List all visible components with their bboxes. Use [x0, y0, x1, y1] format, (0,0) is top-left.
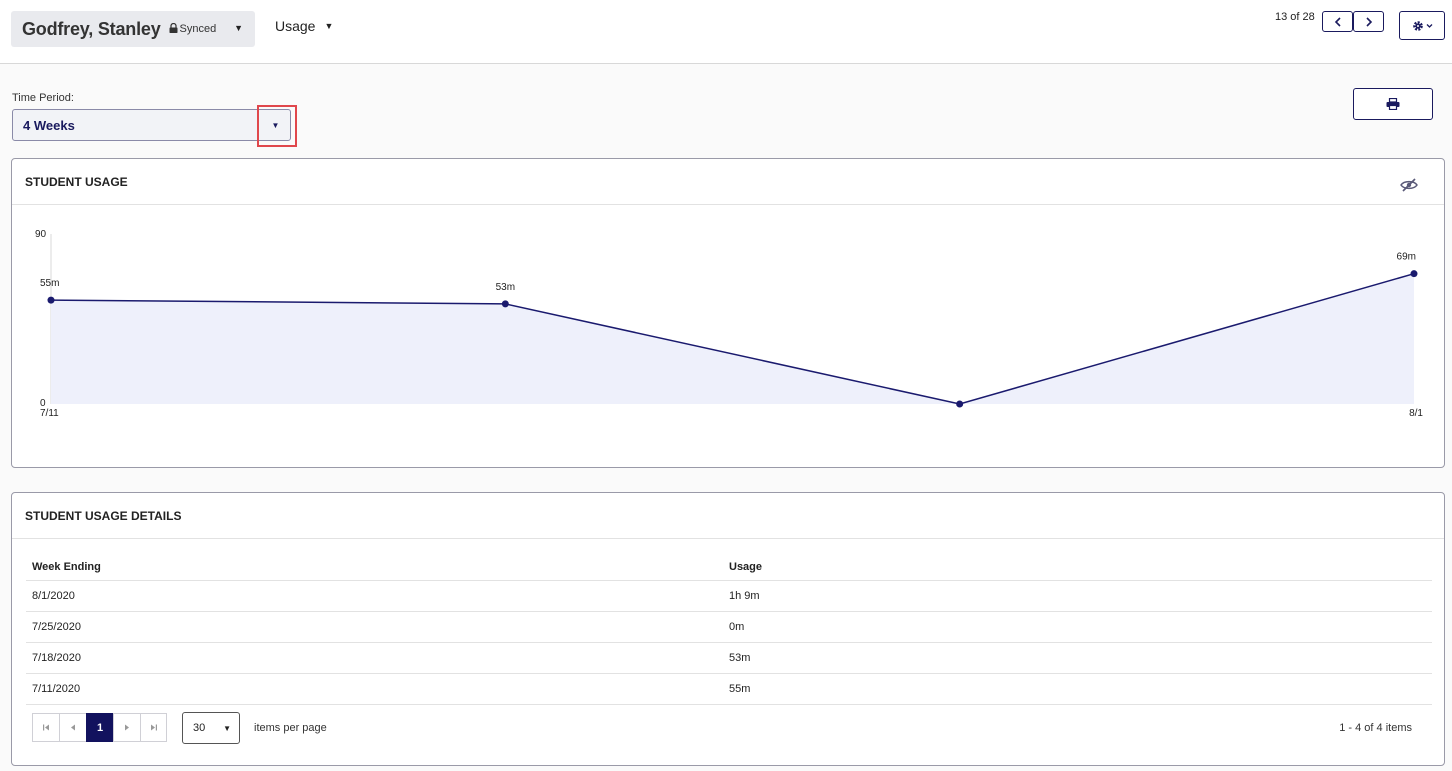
previous-page-button[interactable]: [59, 713, 86, 742]
data-point: [1410, 270, 1418, 278]
usage-chart: 55m 53m 69m 90 0 7/11 8/1: [12, 206, 1444, 468]
page-size-dropdown[interactable]: 30 ▼: [182, 712, 240, 744]
usage-cell: 53m: [729, 652, 751, 664]
gear-icon: [1412, 20, 1423, 31]
week-ending-cell: 8/1/2020: [32, 590, 75, 602]
printer-icon: [1386, 98, 1400, 110]
week-ending-cell: 7/11/2020: [32, 683, 81, 695]
data-point: [956, 400, 964, 408]
series-area: [51, 273, 1414, 404]
first-page-icon: [43, 724, 49, 731]
last-page-icon: [150, 724, 157, 731]
chevron-down-icon: [1426, 23, 1432, 28]
caret-right-icon: [125, 724, 129, 731]
data-label: 53m: [496, 282, 515, 293]
next-student-button[interactable]: [1353, 11, 1384, 32]
chevron-left-icon: [1334, 16, 1341, 27]
caret-down-icon: ▼: [234, 23, 243, 33]
student-selector[interactable]: Godfrey, Stanley Synced ▼: [11, 11, 255, 47]
page-size-value: 30: [193, 722, 206, 734]
first-page-button[interactable]: [32, 713, 59, 742]
lock-icon: [169, 23, 178, 33]
page-button-current[interactable]: 1: [86, 713, 113, 742]
sync-status: Synced: [179, 23, 217, 35]
record-position: 13 of 28: [1275, 11, 1315, 23]
time-period-value: 4 Weeks: [23, 117, 75, 133]
table-row: 7/25/2020 0m: [26, 612, 1432, 643]
page-size-label: items per page: [254, 722, 327, 734]
caret-left-icon: [71, 724, 75, 731]
student-usage-card: STUDENT USAGE 55m 53m 69m 90 0 7/11 8/1: [11, 158, 1445, 468]
x-tick-label: 8/1: [1409, 408, 1423, 419]
table-row: 7/11/2020 55m: [26, 674, 1432, 705]
next-page-button[interactable]: [113, 713, 140, 742]
student-name: Godfrey, Stanley: [22, 18, 161, 39]
usage-cell: 1h 9m: [729, 590, 760, 602]
dropdown-arrow-button[interactable]: ▼: [258, 110, 292, 140]
caret-down-icon: ▼: [324, 21, 334, 31]
column-header-week-ending[interactable]: Week Ending: [26, 561, 729, 573]
previous-student-button[interactable]: [1322, 11, 1353, 32]
print-button[interactable]: [1353, 88, 1433, 120]
student-usage-details-card: STUDENT USAGE DETAILS Week Ending Usage …: [11, 492, 1445, 766]
card-header: STUDENT USAGE: [12, 159, 1444, 205]
time-period-label: Time Period:: [12, 92, 74, 104]
pagination: 1: [32, 713, 167, 742]
usage-table: Week Ending Usage 8/1/2020 1h 9m 7/25/20…: [26, 555, 1432, 705]
caret-down-icon: ▼: [223, 724, 231, 733]
view-menu[interactable]: Usage ▼: [275, 18, 333, 34]
table-row: 7/18/2020 53m: [26, 643, 1432, 674]
table-header-row: Week Ending Usage: [26, 555, 1432, 581]
usage-cell: 0m: [729, 621, 745, 633]
column-header-usage[interactable]: Usage: [729, 561, 1432, 573]
eye-slash-icon[interactable]: [1399, 178, 1419, 192]
table-row: 8/1/2020 1h 9m: [26, 581, 1432, 612]
time-period-dropdown[interactable]: 4 Weeks ▼: [12, 109, 291, 141]
data-point: [501, 300, 509, 308]
x-tick-label: 7/11: [40, 408, 59, 419]
usage-cell: 55m: [729, 683, 751, 695]
items-count: 1 - 4 of 4 items: [1339, 722, 1412, 734]
data-label: 69m: [1397, 252, 1416, 263]
chevron-right-icon: [1365, 16, 1372, 27]
view-menu-label: Usage: [275, 18, 316, 34]
data-point: [47, 296, 55, 304]
usage-chart-svg: 55m 53m69m9007/11 8/1: [35, 229, 1423, 419]
settings-button[interactable]: [1399, 11, 1445, 40]
data-label: 55m: [40, 278, 59, 289]
top-bar: Godfrey, Stanley Synced ▼ Usage ▼ 13 of …: [0, 0, 1452, 64]
last-page-button[interactable]: [140, 713, 167, 742]
card-header: STUDENT USAGE DETAILS: [12, 493, 1444, 539]
week-ending-cell: 7/18/2020: [32, 652, 81, 664]
card-title: STUDENT USAGE DETAILS: [25, 508, 182, 523]
week-ending-cell: 7/25/2020: [32, 621, 81, 633]
card-title: STUDENT USAGE: [25, 174, 128, 189]
y-tick-label: 90: [35, 229, 47, 240]
